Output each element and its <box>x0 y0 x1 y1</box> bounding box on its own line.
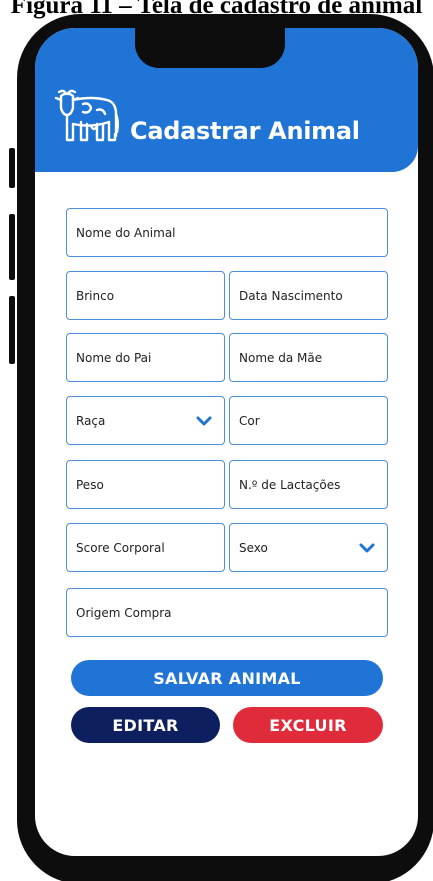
data-nascimento-field[interactable]: Data Nascimento <box>229 271 388 320</box>
peso-field[interactable]: Peso <box>66 460 225 509</box>
raca-select[interactable]: Raça <box>66 396 225 445</box>
app-screen: Cadastrar Animal Nome do Animal Brinco D… <box>35 28 418 856</box>
lactacoes-field[interactable]: N.º de Lactações <box>229 460 388 509</box>
save-animal-button[interactable]: SALVAR ANIMAL <box>71 660 383 696</box>
brinco-placeholder: Brinco <box>76 288 115 303</box>
edit-button[interactable]: EDITAR <box>71 707 220 743</box>
score-corporal-field[interactable]: Score Corporal <box>66 523 225 572</box>
raca-placeholder: Raça <box>76 413 106 428</box>
lactacoes-placeholder: N.º de Lactações <box>239 477 341 492</box>
origem-compra-field[interactable]: Origem Compra <box>66 588 388 637</box>
score-corporal-placeholder: Score Corporal <box>76 540 165 555</box>
chevron-down-icon <box>359 543 375 553</box>
volume-down-button <box>9 296 15 364</box>
nome-pai-placeholder: Nome do Pai <box>76 350 152 365</box>
nome-animal-field[interactable]: Nome do Animal <box>66 208 388 257</box>
origem-compra-placeholder: Origem Compra <box>76 605 172 620</box>
cor-field[interactable]: Cor <box>229 396 388 445</box>
sexo-placeholder: Sexo <box>239 540 268 555</box>
peso-placeholder: Peso <box>76 477 104 492</box>
data-nascimento-placeholder: Data Nascimento <box>239 288 343 303</box>
phone-notch <box>135 28 285 68</box>
nome-mae-placeholder: Nome da Mãe <box>239 350 323 365</box>
brinco-field[interactable]: Brinco <box>66 271 225 320</box>
delete-button[interactable]: EXCLUIR <box>233 707 383 743</box>
sexo-select[interactable]: Sexo <box>229 523 388 572</box>
nome-mae-field[interactable]: Nome da Mãe <box>229 333 388 382</box>
cow-icon <box>54 89 119 142</box>
nome-pai-field[interactable]: Nome do Pai <box>66 333 225 382</box>
volume-up-button <box>9 214 15 280</box>
page-title: Cadastrar Animal <box>130 117 360 145</box>
mute-switch <box>9 148 15 188</box>
cor-placeholder: Cor <box>239 413 260 428</box>
chevron-down-icon <box>196 416 212 426</box>
nome-animal-placeholder: Nome do Animal <box>76 225 176 240</box>
